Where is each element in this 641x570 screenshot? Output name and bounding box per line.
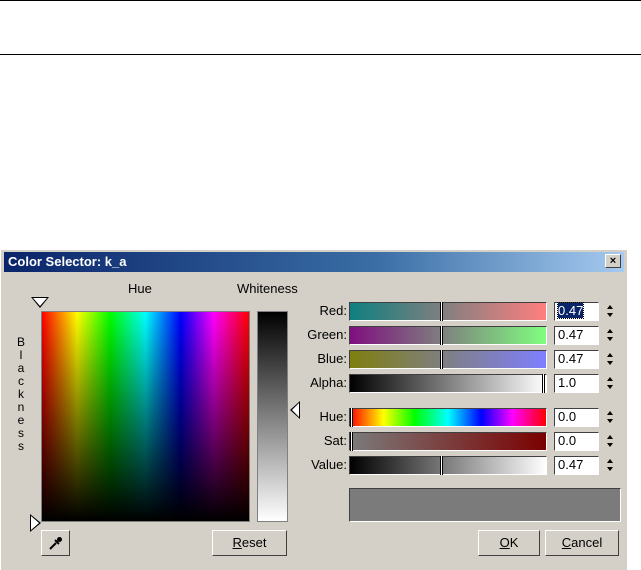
dialog-title: Color Selector: k_a	[8, 254, 127, 269]
green-spinner[interactable]	[604, 326, 616, 345]
red-spinner[interactable]	[604, 302, 616, 321]
color-selector-dialog: Color Selector: k_a × Hue Whiteness Blac…	[0, 249, 627, 570]
spin-down-icon[interactable]	[607, 337, 613, 341]
spin-down-icon[interactable]	[607, 443, 613, 447]
spin-up-icon[interactable]	[607, 435, 613, 439]
spin-down-icon[interactable]	[607, 313, 613, 317]
color-preview-swatch	[349, 488, 621, 522]
separator-rule	[0, 54, 641, 55]
eyedropper-icon	[48, 537, 62, 550]
blackness-pointer-icon[interactable]	[30, 514, 41, 532]
sat-slider[interactable]	[349, 432, 547, 451]
spin-down-icon[interactable]	[607, 361, 613, 365]
eyedropper-button[interactable]	[41, 530, 70, 556]
hue-value-field[interactable]: 0.0	[554, 408, 599, 427]
spin-up-icon[interactable]	[607, 377, 613, 381]
spin-down-icon[interactable]	[607, 419, 613, 423]
spin-up-icon[interactable]	[607, 329, 613, 333]
ok-button[interactable]: OK	[478, 530, 540, 556]
spin-down-icon[interactable]	[607, 467, 613, 471]
spin-up-icon[interactable]	[607, 411, 613, 415]
spin-up-icon[interactable]	[607, 459, 613, 463]
spin-up-icon[interactable]	[607, 353, 613, 357]
value-slider-thumb[interactable]	[440, 456, 443, 475]
sat-slider-thumb[interactable]	[350, 432, 353, 451]
value-slider[interactable]	[349, 456, 547, 475]
blue-slider-thumb[interactable]	[440, 350, 443, 369]
blue-slider[interactable]	[349, 350, 547, 369]
red-value-field[interactable]: 0.47	[554, 302, 599, 321]
hue-label: Hue	[128, 281, 152, 296]
blue-label: Blue:	[317, 351, 347, 366]
cancel-button[interactable]: Cancel	[545, 530, 619, 556]
alpha-label: Alpha:	[310, 375, 347, 390]
red-slider-thumb[interactable]	[440, 302, 443, 321]
blue-spinner[interactable]	[604, 350, 616, 369]
alpha-slider[interactable]	[349, 374, 547, 393]
hue-blackness-picker[interactable]	[41, 311, 250, 522]
hue-slider-thumb[interactable]	[350, 408, 353, 427]
green-slider[interactable]	[349, 326, 547, 345]
close-button[interactable]: ×	[605, 254, 621, 268]
hue-value-label: Hue:	[319, 409, 347, 424]
value-label: Value:	[311, 457, 347, 472]
alpha-value-field[interactable]: 1.0	[554, 374, 599, 393]
green-value-field[interactable]: 0.47	[554, 326, 599, 345]
red-label: Red:	[319, 303, 347, 318]
sat-spinner[interactable]	[604, 432, 616, 451]
blackness-label: Blackness	[15, 336, 27, 453]
value-spinner[interactable]	[604, 456, 616, 475]
title-bar[interactable]: Color Selector: k_a ×	[4, 252, 624, 272]
value-value-field[interactable]: 0.47	[554, 456, 599, 475]
whiteness-bar[interactable]	[257, 311, 288, 522]
hue-pointer-icon[interactable]	[31, 297, 49, 308]
green-slider-thumb[interactable]	[440, 326, 443, 345]
reset-button[interactable]: Reset	[212, 530, 287, 556]
blackness-letter: s	[18, 439, 24, 453]
alpha-slider-thumb[interactable]	[542, 374, 545, 393]
green-label: Green:	[307, 327, 347, 342]
blue-value-field[interactable]: 0.47	[554, 350, 599, 369]
top-rule	[0, 0, 641, 1]
hue-slider[interactable]	[349, 408, 547, 427]
spin-up-icon[interactable]	[607, 305, 613, 309]
sat-value-field[interactable]: 0.0	[554, 432, 599, 451]
red-slider[interactable]	[349, 302, 547, 321]
whiteness-label: Whiteness	[237, 281, 298, 296]
hue-spinner[interactable]	[604, 408, 616, 427]
alpha-spinner[interactable]	[604, 374, 616, 393]
sat-label: Sat:	[323, 433, 347, 448]
spin-down-icon[interactable]	[607, 385, 613, 389]
